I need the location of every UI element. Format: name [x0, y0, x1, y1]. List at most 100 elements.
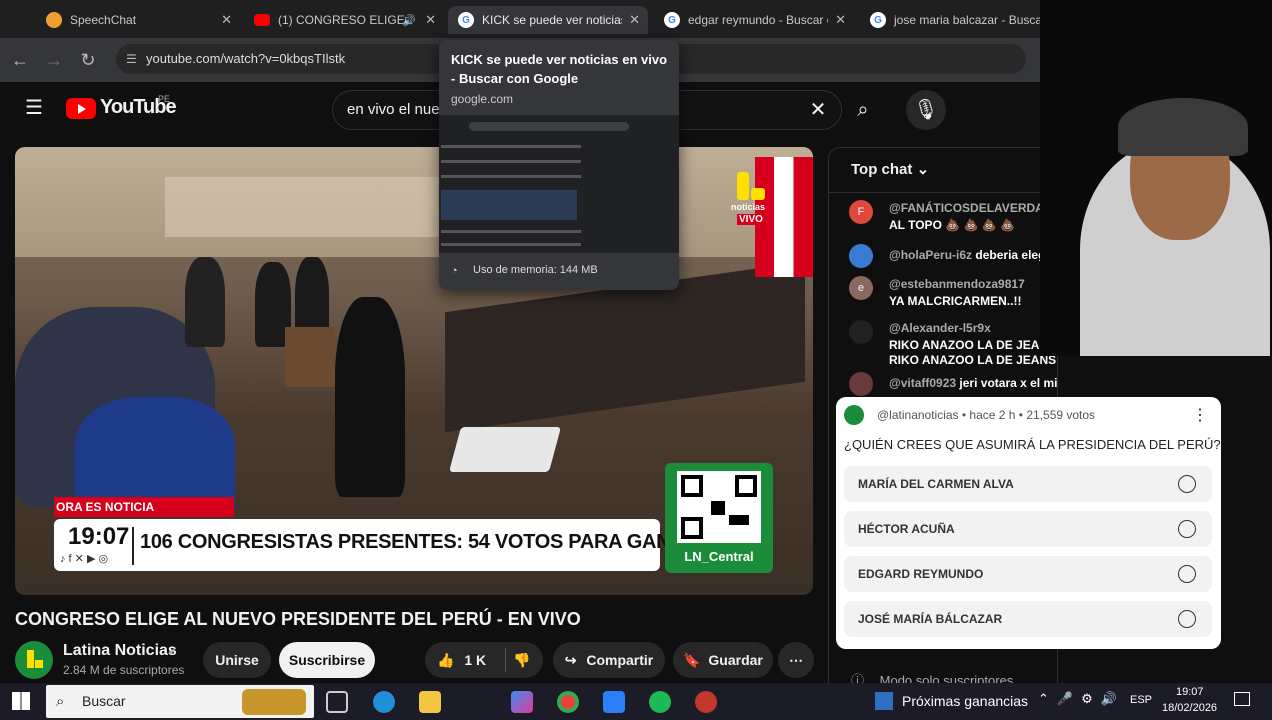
poll-option-label: MARÍA DEL CARMEN ALVA [858, 477, 1014, 491]
tab-title: (1) CONGRESO ELIGE AL [278, 13, 408, 27]
tab-google-kick[interactable]: G KICK se puede ver noticias e ✕ [448, 6, 648, 34]
news-ticker-label: ORA ES NOTICIA [54, 497, 234, 517]
chat-author: @Alexander-l5r9x [889, 321, 991, 335]
copilot-icon[interactable] [511, 691, 533, 713]
channel-name[interactable]: Latina Noticias [63, 642, 177, 660]
news-lower-third: 19:07 ♪ f ✕ ▶ ◎ 106 CONGRESISTAS PRESENT… [54, 519, 699, 571]
widgets-icon[interactable] [875, 692, 893, 710]
site-info-icon[interactable]: ☰ [126, 44, 137, 74]
save-button[interactable]: 🔖 Guardar [673, 642, 773, 678]
menu-icon[interactable]: ☰ [14, 88, 54, 128]
projector [448, 427, 562, 472]
reload-icon[interactable]: ↻ [76, 48, 100, 72]
like-count[interactable]: 1 K [464, 652, 486, 668]
radio-icon [1178, 520, 1196, 538]
file-explorer-icon[interactable] [419, 691, 441, 713]
chevron-down-icon: ⌄ [916, 161, 930, 178]
clock-time[interactable]: 19:07 [1176, 686, 1204, 698]
poll-option[interactable]: JOSÉ MARÍA BÁLCAZAR [844, 601, 1212, 637]
latina-noticias-logo: noticias VIVO [731, 172, 769, 225]
more-actions-icon[interactable]: ⋯ [778, 642, 814, 678]
avatar [849, 244, 873, 268]
podium [285, 327, 335, 387]
url-text: youtube.com/watch?v=0kbqsTIlstk [146, 51, 346, 66]
chat-mode-dropdown[interactable]: Top chat ⌄ [851, 160, 929, 178]
video-player[interactable]: noticias VIVO ORA ES NOTICIA 19:07 ♪ f ✕… [15, 147, 813, 595]
share-icon: ↪ [564, 652, 577, 668]
tab-google-edgar[interactable]: G edgar reymundo - Buscar co ✕ [654, 6, 854, 34]
windows-start-icon[interactable] [12, 692, 30, 710]
subscriber-count: 2.84 M de suscriptores [63, 663, 185, 677]
mail-icon[interactable] [603, 691, 625, 713]
dislike-icon[interactable]: 👎 [513, 642, 530, 678]
clock-date[interactable]: 18/02/2026 [1162, 702, 1217, 714]
taskbar-search[interactable]: ⌕ Buscar [46, 685, 314, 718]
chrome-icon[interactable] [557, 691, 579, 713]
close-icon[interactable]: ✕ [835, 12, 846, 28]
subscribe-button[interactable]: Suscribirse [279, 642, 375, 678]
chat-text: AL TOPO 💩 💩 💩 💩 [889, 218, 1015, 232]
like-dislike-group: 👍 1 K 👎 [425, 642, 543, 678]
tab-speechchat[interactable]: SpeechChat ✕ [36, 6, 240, 34]
tab-title: edgar reymundo - Buscar co [688, 13, 828, 27]
poll-meta: @latinanoticias • hace 2 h • 21,559 voto… [877, 408, 1096, 422]
microphone-icon[interactable]: 🎙 [906, 90, 946, 130]
tab-google-jose[interactable]: G jose maria balcazar - Buscar [860, 6, 1040, 34]
woman-black-dress [335, 297, 405, 497]
youtube-logo-icon[interactable] [66, 98, 96, 119]
person-cap [1118, 98, 1248, 156]
poll-option-label: JOSÉ MARÍA BÁLCAZAR [858, 612, 1003, 626]
tray-icons[interactable]: ⌃🎤⚙🔊 [1038, 691, 1125, 707]
like-icon[interactable]: 👍 [437, 652, 454, 668]
obs-icon[interactable] [695, 691, 717, 713]
radio-icon [1178, 565, 1196, 583]
live-poll-card: @latinanoticias • hace 2 h • 21,559 voto… [836, 397, 1221, 649]
share-button[interactable]: ↪ Compartir [553, 642, 665, 678]
close-icon[interactable]: ✕ [221, 12, 232, 28]
memory-icon: ◔ [451, 265, 458, 277]
tab-title: SpeechChat [70, 13, 137, 27]
more-options-icon[interactable]: ⋮ [1192, 405, 1208, 425]
google-icon: G [664, 12, 680, 28]
share-label: Compartir [586, 652, 654, 668]
social-icons: ♪ f ✕ ▶ ◎ [60, 553, 109, 565]
channel-avatar [844, 405, 864, 425]
join-button[interactable]: Unirse [203, 642, 271, 678]
google-icon: G [458, 12, 474, 28]
taskbar-search-text: Buscar [82, 693, 126, 709]
close-icon[interactable]: ✕ [425, 12, 436, 28]
avatar [849, 372, 873, 396]
poll-question: ¿QUIÉN CREES QUE ASUMIRÁ LA PRESIDENCIA … [844, 437, 1221, 452]
channel-avatar[interactable] [15, 641, 53, 679]
clear-search-icon[interactable]: ✕ [798, 90, 838, 130]
avatar: e [849, 276, 873, 300]
poll-option[interactable]: HÉCTOR ACUÑA [844, 511, 1212, 547]
poll-option-label: HÉCTOR ACUÑA [858, 522, 955, 536]
poll-option[interactable]: MARÍA DEL CARMEN ALVA [844, 466, 1212, 502]
spotify-icon[interactable] [649, 691, 671, 713]
back-icon[interactable]: ← [8, 48, 32, 72]
search-icon[interactable]: ⌕ [843, 90, 883, 130]
notifications-icon[interactable] [1234, 692, 1250, 706]
divider [505, 648, 506, 672]
chat-author: @FANÁTICOSDELAVERDAD [889, 201, 1053, 215]
chat-text: RIKO ANAZOO LA DE JEANS RIKO ANAZOO LA D… [889, 338, 1057, 367]
hover-card-domain: google.com [451, 92, 514, 106]
qr-label: LN_Central [684, 549, 754, 564]
edge-icon[interactable] [373, 691, 395, 713]
forward-icon[interactable]: → [42, 48, 66, 72]
search-value: en vivo el nuev [347, 101, 448, 118]
tab-title: jose maria balcazar - Buscar [894, 13, 1040, 27]
poll-option[interactable]: EDGARD REYMUNDO [844, 556, 1212, 592]
close-icon[interactable]: ✕ [629, 12, 640, 28]
broadcast-time: 19:07 [68, 523, 130, 550]
widgets-label[interactable]: Próximas ganancias [902, 693, 1028, 709]
avatar: F [849, 200, 873, 224]
speaker-icon[interactable]: 🔊 [402, 14, 416, 27]
standing-person [185, 257, 225, 347]
search-icon: ⌕ [56, 693, 65, 710]
tab-youtube[interactable]: (1) CONGRESO ELIGE AL 🔊 ✕ [244, 6, 444, 34]
task-view-icon[interactable] [326, 691, 348, 713]
chat-author: @holaPeru-i6z [889, 248, 973, 262]
language-indicator[interactable]: ESP [1130, 694, 1152, 706]
